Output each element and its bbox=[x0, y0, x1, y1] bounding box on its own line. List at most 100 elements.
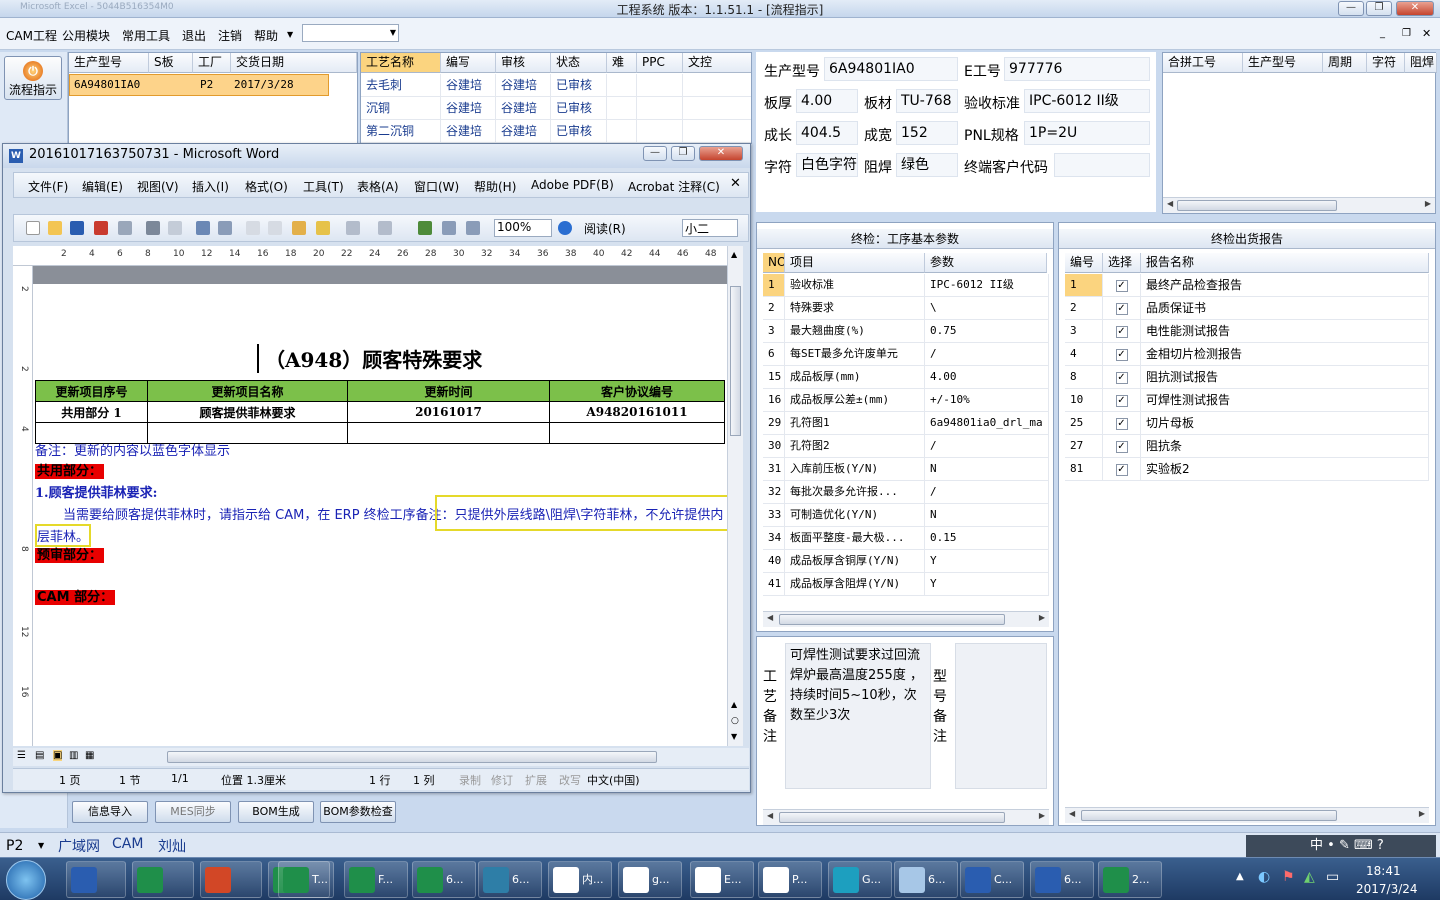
tray-network-icon[interactable]: ◐ bbox=[1258, 869, 1270, 885]
redo-icon[interactable] bbox=[378, 221, 392, 235]
factory-select[interactable]: P2 bbox=[6, 838, 23, 854]
view-print-icon[interactable]: ▣ bbox=[53, 750, 63, 761]
document-page[interactable]: （A948）顾客特殊要求 更新项目序号 更新项目名称 更新时间 客户协议编号 共… bbox=[33, 266, 727, 746]
report-row[interactable]: 3 ✓ 电性能测试报告 bbox=[1065, 320, 1429, 343]
process-header-status[interactable]: 状态 bbox=[551, 53, 607, 73]
menu-cam[interactable]: CAM工程 bbox=[6, 27, 57, 44]
order-header-date[interactable]: 交货日期 bbox=[231, 53, 357, 73]
report-select[interactable]: ✓ bbox=[1103, 320, 1141, 343]
preview-icon[interactable] bbox=[168, 221, 182, 235]
ime-mode[interactable]: 中 bbox=[1310, 838, 1323, 853]
remarks-scrollbar[interactable]: ◀ ▶ bbox=[763, 809, 1049, 825]
word-menu-file[interactable]: 文件(F) bbox=[28, 178, 68, 195]
process-header-name[interactable]: 工艺名称 bbox=[361, 53, 441, 73]
report-row[interactable]: 10 ✓ 可焊性测试报告 bbox=[1065, 389, 1429, 412]
reports-header-name[interactable]: 报告名称 bbox=[1141, 253, 1429, 273]
report-select[interactable]: ✓ bbox=[1103, 389, 1141, 412]
word-menu-help[interactable]: 帮助(H) bbox=[474, 178, 516, 195]
field-pnl[interactable]: 1P=2U bbox=[1024, 121, 1150, 145]
taskbar-app[interactable]: 6... bbox=[1030, 861, 1094, 898]
checkbox-checked-icon[interactable]: ✓ bbox=[1115, 417, 1128, 430]
word-close-button[interactable]: ✕ bbox=[699, 146, 743, 161]
report-select[interactable]: ✓ bbox=[1103, 412, 1141, 435]
menu-exit[interactable]: 退出 bbox=[182, 27, 206, 44]
taskbar-pinned-pdf[interactable] bbox=[200, 861, 262, 898]
param-row[interactable]: 31 入库前压板(Y/N) N bbox=[763, 458, 1049, 481]
maximize-button[interactable]: ❐ bbox=[1366, 1, 1392, 16]
param-row[interactable]: 34 板面平整度-最大极... 0.15 bbox=[763, 527, 1049, 550]
process-header-writer[interactable]: 编写 bbox=[441, 53, 496, 73]
order-header-factory[interactable]: 工厂 bbox=[193, 53, 231, 73]
checkbox-checked-icon[interactable]: ✓ bbox=[1115, 348, 1128, 361]
taskbar-app[interactable]: P... bbox=[758, 861, 822, 898]
prev-page-icon[interactable]: ▲ bbox=[731, 700, 737, 709]
mdi-minimize-icon[interactable]: _ bbox=[1380, 28, 1385, 39]
taskbar-app[interactable]: 6... bbox=[894, 861, 958, 898]
taskbar-app[interactable]: 内... bbox=[548, 861, 612, 898]
menu-logout[interactable]: 注销 bbox=[218, 27, 242, 44]
combine-header-char[interactable]: 字符 bbox=[1367, 53, 1405, 73]
menu-help[interactable]: 帮助 bbox=[254, 27, 278, 44]
open-icon[interactable] bbox=[48, 221, 62, 235]
field-thickness[interactable]: 4.00 bbox=[796, 89, 858, 113]
chevron-down-icon[interactable]: ▼ bbox=[38, 841, 44, 850]
minimize-button[interactable]: — bbox=[1338, 1, 1364, 16]
checkbox-checked-icon[interactable]: ✓ bbox=[1115, 325, 1128, 338]
word-menu-view[interactable]: 视图(V) bbox=[137, 178, 179, 195]
view-normal-icon[interactable]: ☰ bbox=[17, 750, 26, 761]
order-row-selected[interactable]: 6A94801IA0 P2 2017/3/28 bbox=[69, 74, 329, 96]
scroll-thumb[interactable] bbox=[730, 286, 741, 436]
word-menu-adobe-pdf[interactable]: Adobe PDF(B) bbox=[531, 178, 614, 192]
report-select[interactable]: ✓ bbox=[1103, 366, 1141, 389]
param-row[interactable]: 1 验收标准 IPC-6012 II级 bbox=[763, 274, 1049, 297]
process-header-reviewer[interactable]: 审核 bbox=[496, 53, 551, 73]
format-painter-icon[interactable] bbox=[316, 221, 330, 235]
browse-object-icon[interactable]: ○ bbox=[731, 716, 739, 726]
taskbar-app[interactable]: 2... bbox=[1098, 861, 1162, 898]
craft-remark-text[interactable]: 可焊性测试要求过回流焊炉最高温度255度 ，持续时间5~10秒，次数至少3次 bbox=[785, 643, 931, 789]
word-menu-edit[interactable]: 编辑(E) bbox=[82, 178, 123, 195]
checkbox-checked-icon[interactable]: ✓ bbox=[1115, 302, 1128, 315]
report-select[interactable]: ✓ bbox=[1103, 458, 1141, 481]
pdf-icon[interactable] bbox=[94, 221, 108, 235]
scroll-thumb[interactable] bbox=[779, 614, 1005, 625]
word-menu-window[interactable]: 窗口(W) bbox=[414, 178, 459, 195]
field-material[interactable]: TU-768 bbox=[896, 89, 958, 113]
mdi-restore-icon[interactable]: ❐ bbox=[1402, 28, 1411, 39]
param-row[interactable]: 29 孔符图1 6a94801ia0_drl_ma bbox=[763, 412, 1049, 435]
font-size-select[interactable]: 小二 bbox=[682, 219, 738, 237]
field-mask[interactable]: 绿色 bbox=[896, 153, 958, 177]
combine-scrollbar[interactable]: ◀ ▶ bbox=[1163, 197, 1435, 213]
process-row[interactable]: 去毛刺 谷建培 谷建培 已审核 bbox=[361, 74, 751, 97]
report-row[interactable]: 4 ✓ 金相切片检测报告 bbox=[1065, 343, 1429, 366]
checkbox-checked-icon[interactable]: ✓ bbox=[1115, 371, 1128, 384]
reports-header-no[interactable]: 编号 bbox=[1065, 253, 1103, 273]
taskbar-app[interactable]: 6... bbox=[478, 861, 542, 898]
word-menu-tools[interactable]: 工具(T) bbox=[303, 178, 344, 195]
clock-date[interactable]: 2017/3/24 bbox=[1356, 882, 1418, 896]
field-eno[interactable]: 977776 bbox=[1004, 57, 1150, 81]
combine-header-model[interactable]: 生产型号 bbox=[1243, 53, 1323, 73]
report-row[interactable]: 27 ✓ 阻抗条 bbox=[1065, 435, 1429, 458]
taskbar-pinned-save[interactable] bbox=[132, 861, 194, 898]
param-row[interactable]: 32 每批次最多允许报... / bbox=[763, 481, 1049, 504]
info-import-button[interactable]: 信息导入 bbox=[72, 801, 148, 823]
word-maximize-button[interactable]: ❐ bbox=[671, 146, 695, 161]
cut-icon[interactable] bbox=[246, 221, 260, 235]
process-row[interactable]: 第二沉铜 谷建培 谷建培 已审核 bbox=[361, 120, 751, 143]
combine-header-eno[interactable]: 合拼工号 bbox=[1163, 53, 1243, 73]
field-char[interactable]: 白色字符 bbox=[796, 153, 858, 177]
menu-combo[interactable]: ▼ bbox=[302, 24, 399, 42]
report-row[interactable]: 25 ✓ 切片母板 bbox=[1065, 412, 1429, 435]
scroll-right-icon[interactable]: ▶ bbox=[1039, 613, 1045, 622]
mdi-close-icon[interactable]: ✕ bbox=[1422, 27, 1431, 40]
param-row[interactable]: 30 孔符图2/ bbox=[763, 435, 1049, 458]
param-row[interactable]: 33 可制造优化(Y/N) N bbox=[763, 504, 1049, 527]
insert-table-icon[interactable] bbox=[466, 221, 480, 235]
tables-borders-icon[interactable] bbox=[442, 221, 456, 235]
undo-icon[interactable] bbox=[346, 221, 360, 235]
report-select[interactable]: ✓ bbox=[1103, 435, 1141, 458]
next-page-icon[interactable]: ▼ bbox=[731, 732, 737, 741]
scroll-left-icon[interactable]: ◀ bbox=[1167, 199, 1173, 208]
save-icon[interactable] bbox=[70, 221, 84, 235]
